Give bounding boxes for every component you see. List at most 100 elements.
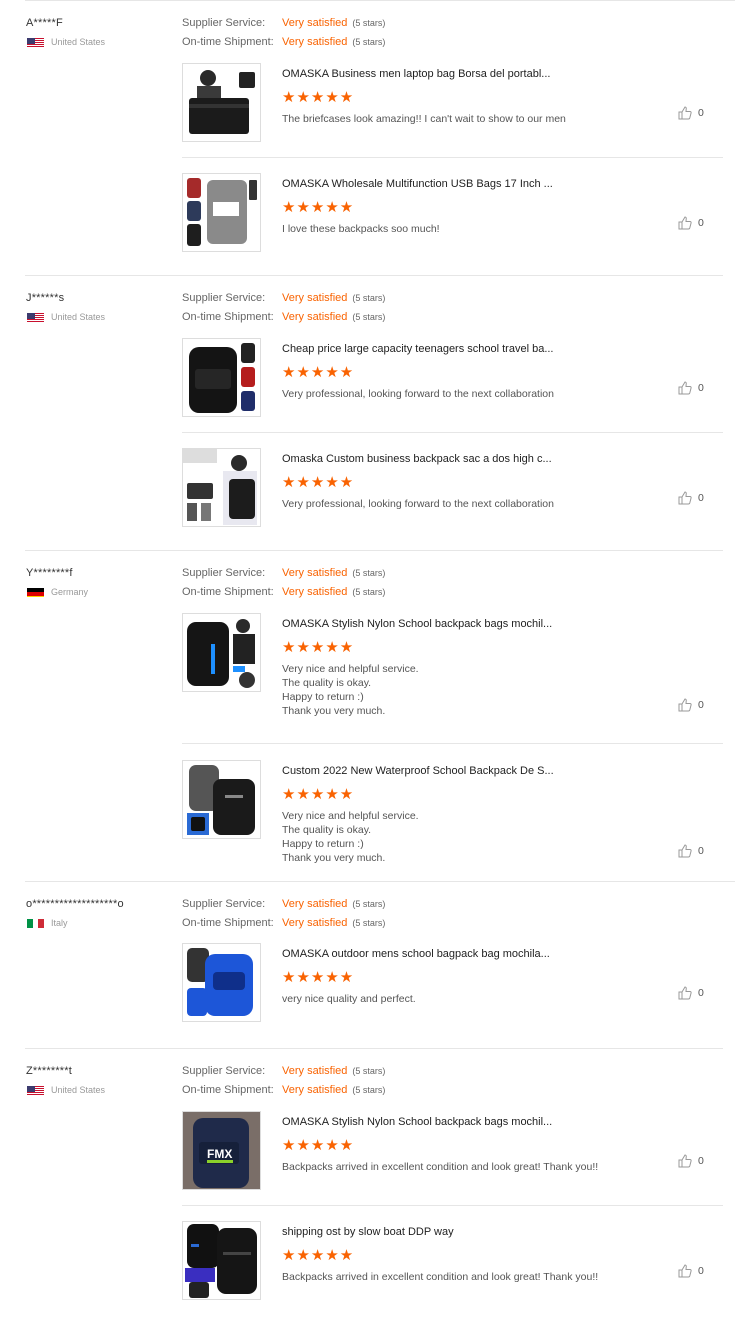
product-title[interactable]: Cheap price large capacity teenagers sch… bbox=[282, 343, 554, 355]
item-divider bbox=[182, 743, 723, 744]
star-rating: ★★★★★ bbox=[282, 89, 355, 106]
review-comment: Very professional, looking forward to th… bbox=[282, 498, 554, 510]
review-item: OMASKA outdoor mens school bagpack bag m… bbox=[182, 943, 723, 1023]
product-title[interactable]: OMASKA Stylish Nylon School backpack bag… bbox=[282, 618, 552, 630]
supplier-service-row: Supplier Service: Very satisfied (5 stars) bbox=[182, 567, 385, 579]
like-count: 0 bbox=[698, 107, 704, 119]
review-item: FMX OMASKA Stylish Nylon School backpack… bbox=[182, 1111, 723, 1191]
reviewer-country: United States bbox=[51, 312, 106, 322]
review-item: Omaska Custom business backpack sac a do… bbox=[182, 448, 723, 528]
supplier-service-value: Very satisfied bbox=[282, 1065, 348, 1077]
product-thumbnail[interactable] bbox=[182, 943, 261, 1022]
supplier-service-label: Supplier Service: bbox=[182, 1065, 266, 1077]
like-button[interactable]: 0 bbox=[678, 844, 704, 858]
top-divider bbox=[25, 0, 735, 1]
on-time-shipment-label: On-time Shipment: bbox=[182, 311, 274, 323]
supplier-service-stars: (5 stars) bbox=[352, 18, 386, 28]
star-rating: ★★★★★ bbox=[282, 474, 355, 491]
like-count: 0 bbox=[698, 1155, 704, 1167]
thumbs-up-icon bbox=[678, 106, 692, 120]
reviewer-name: J******s bbox=[26, 292, 65, 304]
like-count: 0 bbox=[698, 382, 704, 394]
review-comment: Backpacks arrived in excellent condition… bbox=[282, 1271, 599, 1283]
on-time-shipment-stars: (5 stars) bbox=[352, 312, 386, 322]
supplier-service-row: Supplier Service: Very satisfied (5 stars) bbox=[182, 898, 385, 910]
product-thumbnail[interactable] bbox=[182, 1221, 261, 1300]
fmx-logo-text: FMX bbox=[207, 1147, 232, 1161]
item-divider bbox=[182, 157, 723, 158]
like-button[interactable]: 0 bbox=[678, 106, 704, 120]
supplier-service-stars: (5 stars) bbox=[352, 899, 386, 909]
review-divider bbox=[25, 1048, 723, 1049]
star-rating: ★★★★★ bbox=[282, 1137, 355, 1154]
supplier-service-row: Supplier Service: Very satisfied (5 stars) bbox=[182, 1065, 385, 1077]
item-divider bbox=[182, 432, 723, 433]
product-thumbnail[interactable] bbox=[182, 63, 261, 142]
on-time-shipment-value: Very satisfied bbox=[282, 311, 348, 323]
supplier-service-stars: (5 stars) bbox=[352, 568, 386, 578]
reviewer-country: United States bbox=[51, 37, 106, 47]
on-time-shipment-stars: (5 stars) bbox=[352, 1085, 386, 1095]
on-time-shipment-value: Very satisfied bbox=[282, 917, 348, 929]
supplier-service-row: Supplier Service: Very satisfied (5 stars) bbox=[182, 17, 385, 29]
like-count: 0 bbox=[698, 217, 704, 229]
thumbs-up-icon bbox=[678, 698, 692, 712]
like-button[interactable]: 0 bbox=[678, 1154, 704, 1168]
review-comment: Very nice and helpful service. The quali… bbox=[282, 810, 419, 864]
product-thumbnail[interactable]: FMX bbox=[182, 1111, 261, 1190]
supplier-service-row: Supplier Service: Very satisfied (5 stars) bbox=[182, 292, 385, 304]
product-thumbnail[interactable] bbox=[182, 173, 261, 252]
star-rating: ★★★★★ bbox=[282, 1247, 355, 1264]
review-comment: Very nice and helpful service. The quali… bbox=[282, 663, 419, 717]
on-time-shipment-value: Very satisfied bbox=[282, 1084, 348, 1096]
reviewer-country: Italy bbox=[51, 918, 68, 928]
like-button[interactable]: 0 bbox=[678, 491, 704, 505]
thumbs-up-icon bbox=[678, 381, 692, 395]
reviewer-name: o*******************o bbox=[26, 898, 124, 910]
like-count: 0 bbox=[698, 845, 704, 857]
like-count: 0 bbox=[698, 492, 704, 504]
on-time-shipment-row: On-time Shipment: Very satisfied (5 stars) bbox=[182, 36, 385, 48]
product-title[interactable]: Omaska Custom business backpack sac a do… bbox=[282, 453, 552, 465]
review-item: Custom 2022 New Waterproof School Backpa… bbox=[182, 760, 723, 870]
supplier-service-label: Supplier Service: bbox=[182, 292, 266, 304]
reviews-list: A*****F United States Supplier Service: V… bbox=[0, 0, 750, 1343]
product-title[interactable]: OMASKA Business men laptop bag Borsa del… bbox=[282, 68, 550, 80]
reviewer-name: Z********t bbox=[26, 1065, 73, 1077]
us-flag-icon bbox=[27, 36, 44, 47]
product-title[interactable]: Custom 2022 New Waterproof School Backpa… bbox=[282, 765, 554, 777]
supplier-service-label: Supplier Service: bbox=[182, 17, 266, 29]
review-comment: Backpacks arrived in excellent condition… bbox=[282, 1161, 599, 1173]
product-title[interactable]: OMASKA outdoor mens school bagpack bag m… bbox=[282, 948, 550, 960]
like-button[interactable]: 0 bbox=[678, 698, 704, 712]
on-time-shipment-row: On-time Shipment: Very satisfied (5 stars) bbox=[182, 917, 385, 929]
on-time-shipment-stars: (5 stars) bbox=[352, 587, 386, 597]
product-thumbnail[interactable] bbox=[182, 760, 261, 839]
like-count: 0 bbox=[698, 987, 704, 999]
on-time-shipment-label: On-time Shipment: bbox=[182, 1084, 274, 1096]
product-thumbnail[interactable] bbox=[182, 338, 261, 417]
thumbs-up-icon bbox=[678, 844, 692, 858]
reviewer-country: United States bbox=[51, 1085, 106, 1095]
product-title[interactable]: shipping ost by slow boat DDP way bbox=[282, 1226, 454, 1238]
star-rating: ★★★★★ bbox=[282, 639, 355, 656]
de-flag-icon bbox=[27, 586, 44, 597]
product-title[interactable]: OMASKA Stylish Nylon School backpack bag… bbox=[282, 1116, 552, 1128]
like-count: 0 bbox=[698, 1265, 704, 1277]
supplier-service-value: Very satisfied bbox=[282, 567, 348, 579]
on-time-shipment-stars: (5 stars) bbox=[352, 918, 386, 928]
on-time-shipment-label: On-time Shipment: bbox=[182, 586, 274, 598]
on-time-shipment-stars: (5 stars) bbox=[352, 37, 386, 47]
like-button[interactable]: 0 bbox=[678, 986, 704, 1000]
product-thumbnail[interactable] bbox=[182, 613, 261, 692]
thumbs-up-icon bbox=[678, 491, 692, 505]
on-time-shipment-value: Very satisfied bbox=[282, 586, 348, 598]
product-title[interactable]: OMASKA Wholesale Multifunction USB Bags … bbox=[282, 178, 553, 190]
like-button[interactable]: 0 bbox=[678, 1264, 704, 1278]
supplier-service-stars: (5 stars) bbox=[352, 293, 386, 303]
like-button[interactable]: 0 bbox=[678, 216, 704, 230]
product-thumbnail[interactable] bbox=[182, 448, 261, 527]
star-rating: ★★★★★ bbox=[282, 364, 355, 381]
like-button[interactable]: 0 bbox=[678, 381, 704, 395]
supplier-service-value: Very satisfied bbox=[282, 17, 348, 29]
